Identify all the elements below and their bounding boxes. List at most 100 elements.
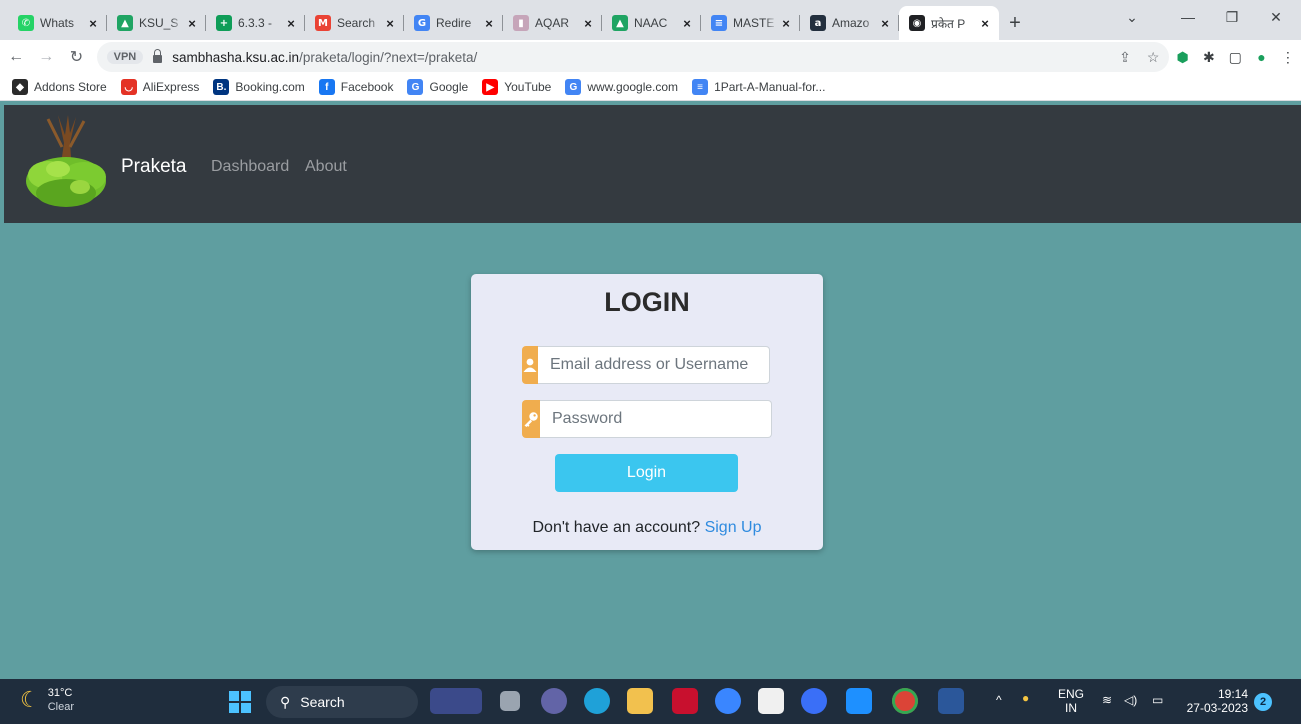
mcafee-icon[interactable] [672, 688, 698, 714]
browser-tab-title: प्रकेत P [931, 16, 966, 31]
signup-prompt-text: Don't have an account? [532, 519, 701, 536]
vpn-badge[interactable]: VPN [106, 50, 144, 64]
browser-tab[interactable]: ▲ KSU_S × [107, 6, 206, 40]
aliexpress-icon: ◡ [120, 79, 137, 95]
extensions-puzzle-icon[interactable]: ✱ [1196, 43, 1222, 71]
teams-chat-icon[interactable] [541, 688, 567, 714]
close-icon[interactable]: × [778, 16, 794, 31]
bookmark-label: Addons Store [34, 80, 107, 94]
clock[interactable]: 19:14 27-03-2023 [1182, 687, 1248, 715]
chrome-icon[interactable] [892, 688, 918, 714]
username-input[interactable] [538, 346, 770, 384]
browser-tab[interactable]: ≡ MASTE × [701, 6, 800, 40]
tray-app-icon[interactable]: ● [1022, 691, 1029, 705]
language-indicator[interactable]: ENG IN [1058, 687, 1084, 715]
browser-tab[interactable]: +6.3.3 - × [206, 6, 305, 40]
gmail-icon: M [315, 15, 331, 31]
wifi-icon[interactable]: ≋ [1102, 693, 1112, 707]
notification-badge[interactable]: 2 [1254, 693, 1272, 711]
brand-name[interactable]: Praketa [121, 156, 186, 178]
task-view-icon[interactable] [500, 691, 520, 711]
booking-icon: B. [213, 79, 230, 95]
clock-date: 27-03-2023 [1186, 701, 1248, 715]
widgets-icon[interactable] [430, 688, 482, 714]
facebook-icon: f [318, 79, 335, 95]
hp-icon[interactable] [846, 688, 872, 714]
edge-icon[interactable] [584, 688, 610, 714]
window-close-icon[interactable]: ✕ [1254, 0, 1298, 34]
browser-tab-title: NAAC [634, 16, 668, 30]
taskbar-search[interactable]: ⚲ Search [266, 686, 418, 718]
windows-taskbar: ☾ 31°C Clear ⚲ Search ^ ● ENG IN ≋ ◁) ▭ … [0, 679, 1301, 724]
bookmark-item[interactable]: ◆ Addons Store [12, 79, 107, 95]
google-docs-icon: ≡ [711, 15, 727, 31]
weather-temp: 31°C [47, 687, 73, 699]
battery-icon[interactable]: ▭ [1152, 693, 1163, 707]
browser-tab[interactable]: a Amazo × [800, 6, 899, 40]
user-icon [522, 346, 538, 384]
tray-chevron-icon[interactable]: ^ [996, 693, 1002, 707]
close-icon[interactable]: × [283, 16, 299, 31]
close-icon[interactable]: × [679, 16, 695, 31]
address-bar[interactable]: VPN sambhasha.ksu.ac.in/praketa/login/?n… [96, 42, 1170, 72]
bookmark-star-icon[interactable]: ☆ [1147, 49, 1160, 66]
close-icon[interactable]: × [184, 16, 200, 31]
close-icon[interactable]: × [85, 16, 101, 31]
weather-widget[interactable]: ☾ 31°C Clear [20, 686, 74, 714]
bookmark-label: YouTube [504, 80, 552, 94]
close-icon[interactable]: × [382, 16, 398, 31]
volume-icon[interactable]: ◁) [1124, 693, 1137, 707]
bookmark-item[interactable]: B. Booking.com [213, 79, 305, 95]
close-icon[interactable]: × [977, 16, 993, 31]
new-tab-icon[interactable]: + [999, 6, 1031, 40]
reload-icon[interactable]: ↻ [62, 42, 90, 72]
bookmark-item[interactable]: Gwww.google.com [565, 79, 678, 95]
store-icon[interactable] [758, 688, 784, 714]
forward-icon[interactable]: → [32, 42, 60, 72]
bookmark-item[interactable]: ◡ AliExpress [120, 79, 199, 95]
bookmark-item[interactable]: G Google [407, 79, 468, 95]
menu-kebab-icon[interactable]: ⋮ [1275, 43, 1301, 71]
share-icon[interactable]: ⇪ [1119, 49, 1131, 66]
browser-tab[interactable]: ▲ NAAC × [602, 6, 701, 40]
browser-tab[interactable]: ◉ प्रकेत P × [899, 6, 999, 40]
close-icon[interactable]: × [481, 16, 497, 31]
browser-tab-title: Whats [40, 16, 75, 30]
url-path: /praketa/login/?next=/praketa/ [299, 49, 478, 65]
url-host: sambhasha.ksu.ac.in [172, 49, 300, 65]
profile-shield-icon[interactable]: ● [1248, 43, 1274, 71]
addons-store-icon: ◆ [12, 79, 28, 95]
tree-logo-icon[interactable] [18, 113, 114, 217]
close-icon[interactable]: × [877, 16, 893, 31]
browser-tab[interactable]: ▮ AQAR × [503, 6, 602, 40]
bookmark-item[interactable]: f Facebook [318, 79, 393, 95]
browser-tab[interactable]: G Redire × [404, 6, 503, 40]
windows-start-icon[interactable] [229, 691, 251, 713]
restore-icon[interactable]: ❐ [1210, 0, 1254, 34]
extension-shield-icon[interactable]: ⬢ [1169, 43, 1195, 71]
back-icon[interactable]: ← [2, 42, 30, 72]
side-panel-icon[interactable]: ▢ [1222, 43, 1248, 71]
word-icon[interactable] [938, 688, 964, 714]
minimize-icon[interactable]: — [1166, 0, 1210, 34]
bookmark-label: Google [429, 80, 469, 94]
bookmark-item[interactable]: ▶ YouTube [482, 79, 551, 95]
help-icon[interactable] [715, 688, 741, 714]
copilot-icon[interactable] [801, 688, 827, 714]
browser-tab[interactable]: M Search × [305, 6, 404, 40]
signup-link[interactable]: Sign Up [705, 519, 762, 536]
login-card: LOGIN Login Don't have an account? Sign … [471, 274, 823, 550]
close-icon[interactable]: × [580, 16, 596, 31]
browser-tab-title: Amazo [832, 16, 870, 30]
nav-link-about[interactable]: About [305, 158, 347, 176]
login-button[interactable]: Login [555, 454, 738, 492]
file-explorer-icon[interactable] [627, 688, 653, 714]
site-navbar: Praketa Dashboard About [4, 105, 1301, 223]
nav-link-dashboard[interactable]: Dashboard [211, 158, 289, 176]
lock-icon[interactable] [153, 48, 163, 63]
password-field [522, 400, 772, 438]
tab-search-icon[interactable]: ⌄ [1110, 0, 1154, 34]
browser-tab[interactable]: ✆ Whats × [8, 6, 107, 40]
bookmark-item[interactable]: ≡ 1Part-A-Manual-for... [692, 79, 825, 95]
password-input[interactable] [540, 400, 772, 438]
